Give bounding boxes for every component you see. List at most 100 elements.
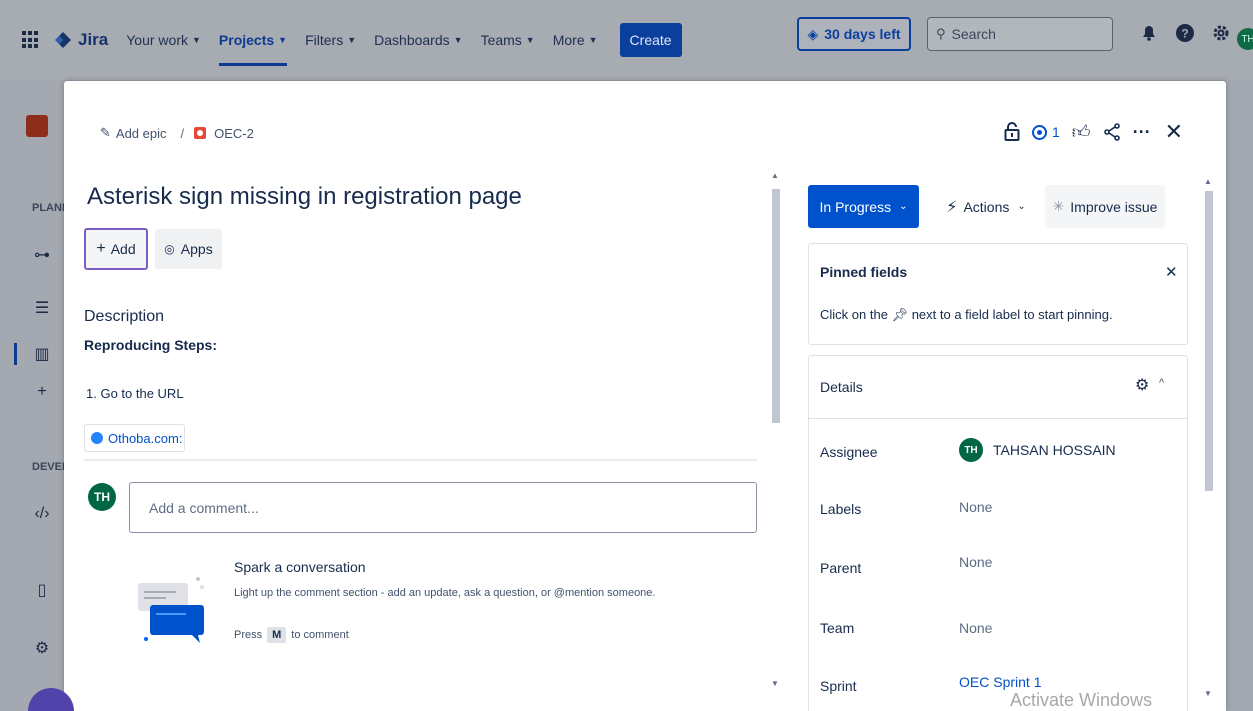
more-actions-icon[interactable]: ···: [1133, 122, 1151, 143]
scroll-down-icon[interactable]: ▼: [771, 679, 779, 688]
labels-value[interactable]: None: [959, 499, 992, 515]
board-icon[interactable]: ▥: [32, 344, 52, 364]
section-divider: [84, 459, 757, 461]
field-label-sprint: Sprint: [820, 678, 857, 694]
comment-input[interactable]: Add a comment...: [129, 482, 757, 533]
scroll-down-icon[interactable]: ▼: [1204, 689, 1212, 698]
chevron-down-icon: ⌄: [1017, 201, 1026, 212]
nav-more[interactable]: More ▼: [553, 32, 598, 48]
side-pane-scrollbar[interactable]: ▲ ▼: [1203, 171, 1215, 701]
project-logo-icon[interactable]: [26, 115, 48, 137]
globe-icon: [91, 432, 103, 444]
add-icon[interactable]: +: [32, 382, 52, 402]
apps-button[interactable]: ◎ Apps: [155, 229, 222, 269]
lock-icon[interactable]: [1004, 122, 1020, 142]
configure-gear-icon[interactable]: ⚙: [1135, 375, 1149, 395]
pinned-fields-title: Pinned fields: [820, 264, 908, 280]
eye-icon: [1032, 124, 1047, 140]
issue-side-pane: In Progress ⌄ ⚡︎ Actions ⌄ ✳ Improve iss…: [808, 161, 1226, 711]
brand-name: Jira: [78, 30, 109, 49]
description-heading: Description: [84, 308, 165, 325]
scroll-up-icon[interactable]: ▲: [771, 171, 779, 180]
project-sidebar: PLANI ⊶ ☰ ▥ + DEVEL ‹/› ▯ ⚙: [0, 80, 69, 711]
share-icon[interactable]: [1103, 123, 1121, 141]
issue-main-pane: Asterisk sign missing in registration pa…: [64, 161, 784, 711]
keyboard-shortcut-hint: Press M to comment: [234, 627, 349, 643]
chevron-down-icon: ▼: [192, 35, 201, 45]
help-icon[interactable]: ?: [1174, 22, 1196, 44]
jira-logo-icon: [55, 32, 71, 48]
nav-your-work[interactable]: Your work ▼: [126, 32, 201, 48]
team-value[interactable]: None: [959, 620, 992, 636]
comment-avatar: TH: [88, 483, 116, 511]
watch-button[interactable]: 1: [1032, 124, 1060, 140]
spark-title: Spark a conversation: [234, 559, 366, 575]
field-label-parent: Parent: [820, 560, 862, 576]
add-button[interactable]: + Add: [84, 228, 148, 270]
shortcut-key: M: [267, 627, 287, 643]
nav-teams[interactable]: Teams ▼: [481, 32, 535, 48]
scrollbar-thumb[interactable]: [772, 189, 780, 423]
timeline-icon[interactable]: ⊶: [32, 245, 52, 265]
chevron-up-icon[interactable]: ^: [1159, 377, 1164, 389]
chevron-down-icon: ▼: [347, 35, 357, 45]
assignee-value[interactable]: TH TAHSAN HOSSAIN: [959, 438, 1116, 462]
user-avatar[interactable]: TH: [1237, 28, 1253, 50]
pencil-icon: ✎: [100, 125, 111, 140]
close-icon[interactable]: ✕: [1165, 119, 1183, 145]
plus-icon: +: [96, 240, 106, 257]
field-label-assignee: Assignee: [820, 444, 878, 460]
parent-value[interactable]: None: [959, 554, 992, 570]
search-input[interactable]: ⚲ Search: [927, 17, 1113, 51]
chevron-down-icon: ▼: [453, 35, 463, 45]
nav-dashboards[interactable]: Dashboards ▼: [374, 32, 462, 48]
chevron-down-icon: ⌄: [899, 201, 908, 212]
assignee-avatar: TH: [959, 438, 983, 462]
create-button[interactable]: Create: [619, 23, 682, 57]
svg-text:?: ?: [1181, 27, 1188, 41]
details-header[interactable]: Details ⚙ ^: [809, 356, 1187, 419]
pinned-fields-hint: Click on the 📌︎ next to a field label to…: [820, 307, 1113, 322]
actions-dropdown[interactable]: ⚡︎ Actions ⌄: [934, 185, 1038, 228]
active-indicator: [14, 343, 17, 365]
status-dropdown[interactable]: In Progress ⌄: [808, 185, 919, 228]
scroll-up-icon[interactable]: ▲: [1204, 177, 1212, 186]
improve-issue-button[interactable]: ✳ Improve issue: [1045, 185, 1165, 228]
project-settings-icon[interactable]: ⚙: [32, 638, 52, 658]
code-icon[interactable]: ‹/›: [32, 504, 52, 524]
notifications-icon[interactable]: [1138, 22, 1160, 44]
nav-projects[interactable]: Projects ▼: [218, 32, 288, 66]
smart-link-chip[interactable]: Othoba.com:: [84, 424, 185, 452]
breadcrumb: ✎ Add epic / OEC-2: [100, 125, 254, 141]
pinned-fields-panel: Pinned fields ✕ Click on the 📌︎ next to …: [808, 243, 1188, 345]
trial-days-button[interactable]: ◈ 30 days left: [797, 17, 911, 51]
conversation-illustration-icon: [138, 577, 204, 643]
sidebar-section-planning: PLANI: [32, 202, 65, 214]
app-switcher-icon[interactable]: [22, 31, 40, 49]
breadcrumb-separator: /: [180, 125, 185, 141]
scrollbar-thumb[interactable]: [1205, 191, 1213, 491]
main-pane-scrollbar[interactable]: ▲ ▼: [770, 171, 782, 691]
background-page-strip: [1226, 80, 1253, 711]
thumbs-up-icon[interactable]: 👍︎: [1072, 121, 1091, 143]
jira-logo[interactable]: Jira: [54, 30, 108, 50]
issue-key-link[interactable]: OEC-2: [214, 126, 254, 141]
pages-icon[interactable]: ▯: [32, 580, 52, 600]
os-watermark: Activate Windows: [1010, 690, 1153, 710]
step-item: 1. Go to the URL: [86, 386, 184, 401]
settings-gear-icon[interactable]: [1210, 22, 1232, 44]
issue-title[interactable]: Asterisk sign missing in registration pa…: [87, 183, 522, 211]
backlog-icon[interactable]: ☰: [32, 298, 52, 318]
pin-icon: 📌︎: [891, 307, 909, 322]
modal-actions: 1 👍︎ ··· ✕: [1004, 119, 1183, 145]
close-icon[interactable]: ✕: [1165, 263, 1178, 281]
issue-detail-modal: ✎ Add epic / OEC-2 1 👍︎ ··· ✕ Asterisk s…: [64, 81, 1226, 711]
details-title: Details: [820, 379, 863, 395]
sprint-value[interactable]: OEC Sprint 1: [959, 674, 1041, 690]
add-epic-link[interactable]: Add epic: [116, 126, 167, 141]
spark-description: Light up the comment section - add an up…: [234, 587, 656, 599]
nav-filters[interactable]: Filters ▼: [305, 32, 356, 48]
apps-icon: ◎: [164, 242, 175, 256]
bug-icon: [194, 127, 207, 139]
chevron-down-icon: ▼: [525, 35, 535, 45]
